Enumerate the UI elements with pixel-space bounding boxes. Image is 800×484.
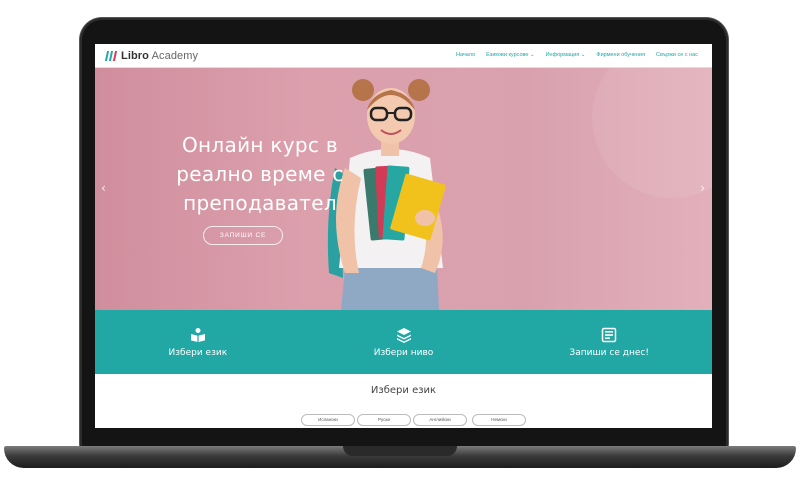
language-option-russian[interactable]: Руски [357,414,411,426]
main-menu: Начало Езикови курсове ⌄ Информация ⌄ Фи… [456,52,698,58]
open-book-icon [190,327,205,342]
logo-text: Libro Academy [121,50,198,62]
feature-choose-language[interactable]: Избери език [95,310,301,374]
form-icon [601,327,617,342]
logo-name-light: Academy [151,50,199,62]
menu-item-information[interactable]: Информация ⌄ [546,52,586,58]
feature-label-language: Избери език [168,347,228,358]
feature-enroll-today[interactable]: Запиши се днес! [506,310,712,374]
menu-item-language-courses[interactable]: Езикови курсове ⌄ [486,52,534,58]
slider-prev-arrow[interactable]: ‹ [101,181,106,195]
site-header: Libro Academy Начало Езикови курсове ⌄ И… [95,44,712,68]
feature-choose-level[interactable]: Избери ниво [301,310,507,374]
hero-background-glow [592,68,712,198]
language-option-german[interactable]: Немски [472,414,526,426]
menu-item-contact[interactable]: Свържи се с нас [656,52,698,58]
enroll-button[interactable]: ЗАПИШИ СЕ [203,226,283,245]
layers-icon [396,327,411,343]
feature-label-level: Избери ниво [373,347,434,358]
laptop-notch [343,446,457,456]
hero-title: Онлайн курс в реално време с преподавате… [176,133,344,215]
feature-label-enroll: Запиши се днес! [569,347,649,358]
menu-item-corporate-training[interactable]: Фирмени обучения [596,52,645,58]
hero-slider: Онлайн курс в реално време с преподавате… [95,68,712,310]
features-strip: Избери език Избери ниво Запиши се днес! [95,310,712,374]
website-screen: Libro Academy Начало Езикови курсове ⌄ И… [95,44,712,428]
slider-next-arrow[interactable]: › [700,181,705,195]
language-option-spanish[interactable]: Испански [301,414,355,426]
site-logo[interactable]: Libro Academy [104,49,198,63]
menu-item-home[interactable]: Начало [456,52,475,58]
logo-name-bold: Libro [121,50,149,62]
logo-mark-icon [104,51,118,61]
choose-language-heading: Избери език [370,385,437,396]
language-option-english[interactable]: Английски [413,414,467,426]
